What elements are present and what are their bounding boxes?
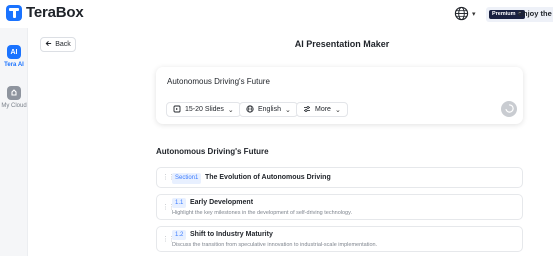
language-label: English xyxy=(258,106,281,113)
prompt-input[interactable]: Autonomous Driving's Future xyxy=(167,77,270,86)
globe-icon xyxy=(246,104,254,115)
cloud-icon xyxy=(7,86,21,100)
slides-count-dropdown[interactable]: 15-20 Slides ⌄ xyxy=(166,102,241,117)
slides-count-label: 15-20 Slides xyxy=(185,106,224,113)
item-description[interactable]: Highlight the key milestones in the deve… xyxy=(172,210,352,216)
app-name: TeraBox xyxy=(26,4,84,21)
top-bar: TeraBox ▾ Premium ✦ Enjoy the AI xyxy=(0,0,553,28)
slides-icon xyxy=(173,105,181,115)
outline-item-row[interactable]: ⋮⋮ 1.2 Shift to Industry Maturity Discus… xyxy=(156,226,523,252)
sliders-icon xyxy=(303,105,311,115)
generate-button[interactable] xyxy=(501,101,517,117)
section-title[interactable]: The Evolution of Autonomous Driving xyxy=(205,174,331,181)
outline-section-row[interactable]: ⋮⋮ Section1 The Evolution of Autonomous … xyxy=(156,167,523,188)
chevron-down-icon: ⌄ xyxy=(284,106,291,114)
chevron-down-icon[interactable]: ▾ xyxy=(472,10,476,18)
language-dropdown[interactable]: English ⌄ xyxy=(239,102,298,117)
outline-item-row[interactable]: ⋮⋮ 1.1 Early Development Highlight the k… xyxy=(156,194,523,220)
outline-title: Autonomous Driving's Future xyxy=(156,147,269,156)
sidebar-item-label: My Cloud xyxy=(1,103,27,109)
sidebar: AI Tera AI My Cloud xyxy=(0,28,28,256)
page-title: AI Presentation Maker xyxy=(294,39,390,49)
terabox-logo-icon xyxy=(6,4,22,21)
item-description[interactable]: Discuss the transition from speculative … xyxy=(172,242,377,248)
chevron-down-icon: ⌄ xyxy=(227,106,234,114)
sidebar-item-my-cloud[interactable]: My Cloud xyxy=(0,86,28,109)
item-title[interactable]: Shift to Industry Maturity xyxy=(190,231,273,238)
prompt-card: Autonomous Driving's Future 15-20 Slides… xyxy=(156,67,523,124)
loading-spinner-icon xyxy=(504,100,514,118)
enjoy-ai-text[interactable]: Enjoy the AI xyxy=(518,9,553,18)
globe-icon[interactable] xyxy=(454,5,470,21)
item-number-badge: 1.2 xyxy=(172,230,187,240)
chevron-down-icon: ⌄ xyxy=(334,106,341,114)
more-label: More xyxy=(315,106,331,113)
sidebar-item-label: Tera AI xyxy=(4,62,24,68)
item-title[interactable]: Early Development xyxy=(190,199,253,206)
item-number-badge: 1.1 xyxy=(172,198,187,208)
terabox-logo[interactable]: TeraBox xyxy=(6,4,84,21)
section-badge: Section1 xyxy=(172,173,202,184)
more-options-dropdown[interactable]: More ⌄ xyxy=(296,102,348,117)
